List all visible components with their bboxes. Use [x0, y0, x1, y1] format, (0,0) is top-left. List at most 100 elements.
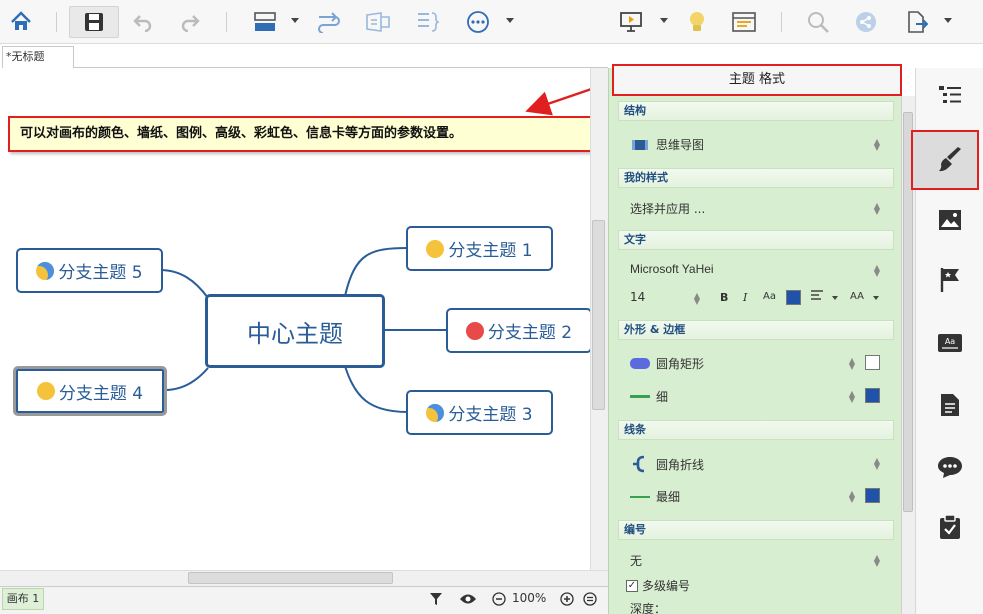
format-panel-title: 主题 格式	[612, 64, 902, 96]
text-color-swatch[interactable]	[786, 290, 801, 305]
numbering-depth-label: 深度：	[630, 602, 667, 614]
rounded-rect-icon	[630, 358, 650, 369]
font-size-dropdown-icon[interactable]	[873, 296, 879, 300]
line-color-swatch[interactable]	[865, 488, 880, 503]
align-icon[interactable]	[810, 289, 824, 301]
filter-icon[interactable]	[426, 590, 446, 608]
numbering-select[interactable]: 无	[630, 552, 642, 569]
zoom-out-icon[interactable]	[490, 590, 508, 608]
document-tab[interactable]: *无标题	[2, 46, 74, 68]
my-style-stepper-icon[interactable]: ▲ ▼	[873, 202, 881, 216]
line-style-stepper-icon[interactable]: ▲ ▼	[873, 457, 881, 471]
structure-stepper-icon[interactable]: ▲ ▼	[873, 138, 881, 152]
boundary-icon[interactable]	[412, 6, 442, 38]
line-style-select[interactable]: 圆角折线	[630, 455, 704, 473]
smile-emoji-icon	[426, 239, 445, 258]
task-clipboard-icon[interactable]	[925, 502, 975, 552]
border-color-swatch[interactable]	[865, 388, 880, 403]
brainstorm-bulb-icon[interactable]	[682, 6, 712, 38]
sheet-tab[interactable]: 画布 1	[2, 588, 44, 610]
branch-topic-3[interactable]: 分支主题 3	[406, 390, 553, 435]
branch-topic-4-label: 分支主题 4	[58, 383, 144, 404]
sleepy-emoji-icon	[426, 403, 445, 422]
redo-icon[interactable]	[177, 6, 203, 38]
font-size-button[interactable]: AA	[850, 291, 864, 302]
undo-icon[interactable]	[130, 6, 156, 38]
main-toolbar	[0, 0, 983, 44]
sleepy-emoji-icon	[36, 261, 55, 280]
font-family-select[interactable]: Microsoft YaHei	[630, 262, 714, 276]
presentation-icon[interactable]	[616, 6, 646, 38]
search-icon[interactable]	[803, 6, 833, 38]
export-dropdown-icon[interactable]	[944, 18, 952, 23]
branch-topic-2[interactable]: 分支主题 2	[446, 308, 590, 353]
export-icon[interactable]	[902, 6, 932, 38]
thinnest-line-icon	[630, 495, 650, 498]
insert-topic-dropdown-icon[interactable]	[291, 18, 299, 23]
multilevel-numbering-checkbox[interactable]: ✓ 多级编号	[626, 577, 690, 594]
branch-topic-4[interactable]: 分支主题 4	[13, 366, 167, 416]
structure-select[interactable]: 思维导图	[630, 136, 704, 153]
marker-flag-icon[interactable]	[925, 255, 975, 305]
border-weight-stepper-icon[interactable]: ▲ ▼	[848, 390, 856, 404]
fill-color-swatch[interactable]	[865, 355, 880, 370]
section-structure-header[interactable]: 结构	[618, 101, 894, 121]
thin-line-icon	[630, 395, 650, 398]
my-style-select[interactable]: 选择并应用 ...	[630, 200, 705, 217]
svg-text:Aa: Aa	[945, 337, 955, 346]
central-topic-label: 中心主题	[247, 319, 343, 348]
italic-button[interactable]: I	[743, 291, 747, 304]
fit-view-icon[interactable]	[581, 590, 599, 608]
shape-select[interactable]: 圆角矩形	[630, 355, 704, 372]
mindmap-structure-icon	[632, 139, 648, 150]
section-numbering-header[interactable]: 编号	[618, 520, 894, 540]
branch-topic-1-label: 分支主题 1	[448, 241, 533, 261]
comment-icon[interactable]	[925, 442, 975, 492]
shape-stepper-icon[interactable]: ▲ ▼	[848, 357, 856, 371]
border-weight-select[interactable]: 细	[630, 388, 668, 405]
section-shape-border-header[interactable]: 外形 & 边框	[618, 320, 894, 340]
annotation-callout: 可以对画布的颜色、墙纸、图例、高级、彩虹色、信息卡等方面的参数设置。	[8, 116, 606, 152]
canvas-horizontal-scroll-thumb[interactable]	[188, 572, 393, 584]
insert-topic-icon[interactable]	[250, 6, 280, 38]
section-my-style-header[interactable]: 我的样式	[618, 168, 894, 188]
relationship-icon[interactable]	[314, 6, 344, 38]
text-case-button[interactable]: Aa	[763, 291, 776, 302]
bold-button[interactable]: B	[720, 291, 728, 304]
image-icon[interactable]	[925, 195, 975, 245]
zoom-level: 100%	[512, 591, 547, 605]
more-icon[interactable]	[463, 6, 493, 38]
notes-document-icon[interactable]	[925, 380, 975, 430]
save-icon[interactable]	[69, 6, 119, 38]
font-size-stepper-icon[interactable]: ▲ ▼	[693, 292, 701, 306]
text-label-icon[interactable]: Aa	[925, 318, 975, 368]
section-text-header[interactable]: 文字	[618, 230, 894, 250]
home-icon[interactable]	[6, 6, 36, 38]
canvas-vertical-scroll-thumb[interactable]	[592, 220, 605, 410]
line-weight-stepper-icon[interactable]: ▲ ▼	[848, 490, 856, 504]
central-topic[interactable]: 中心主题	[205, 294, 385, 368]
zoom-in-icon[interactable]	[558, 590, 576, 608]
neutral-emoji-icon	[36, 382, 55, 400]
checkbox-checked-icon: ✓	[626, 579, 638, 592]
branch-topic-5-label: 分支主题 5	[58, 263, 143, 283]
rounded-elbow-line-icon	[633, 455, 645, 473]
branch-topic-5[interactable]: 分支主题 5	[16, 248, 163, 293]
section-line-header[interactable]: 线条	[618, 420, 894, 440]
format-brush-icon[interactable]	[925, 135, 975, 185]
eye-icon[interactable]	[458, 590, 478, 608]
align-dropdown-icon[interactable]	[832, 296, 838, 300]
font-size-select[interactable]: 14	[630, 290, 645, 304]
font-family-stepper-icon[interactable]: ▲ ▼	[873, 264, 881, 278]
share-icon[interactable]	[851, 6, 881, 38]
line-weight-select[interactable]: 最细	[630, 488, 680, 505]
presentation-dropdown-icon[interactable]	[660, 18, 668, 23]
summary-icon[interactable]	[363, 6, 393, 38]
outline-view-icon[interactable]	[729, 6, 759, 38]
more-dropdown-icon[interactable]	[506, 18, 514, 23]
branch-topic-1[interactable]: 分支主题 1	[406, 226, 553, 271]
numbering-stepper-icon[interactable]: ▲ ▼	[873, 554, 881, 568]
outline-list-icon[interactable]	[925, 70, 975, 120]
branch-topic-2-label: 分支主题 2	[487, 323, 573, 343]
angry-emoji-icon	[465, 321, 484, 340]
